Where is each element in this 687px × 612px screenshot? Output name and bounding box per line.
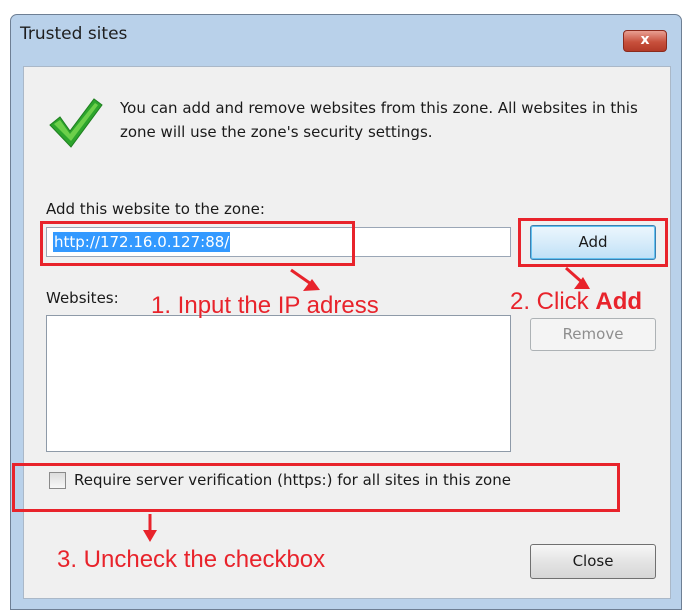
annotation-step2-bold: Add bbox=[595, 288, 643, 315]
annotation-step2: 2. Click Add bbox=[510, 288, 642, 316]
annotation-step2-text: 2. Click bbox=[510, 288, 596, 315]
annotation-step3: 3. Uncheck the checkbox bbox=[57, 546, 326, 573]
annotation-step1: 1. Input the IP adress bbox=[151, 292, 379, 319]
